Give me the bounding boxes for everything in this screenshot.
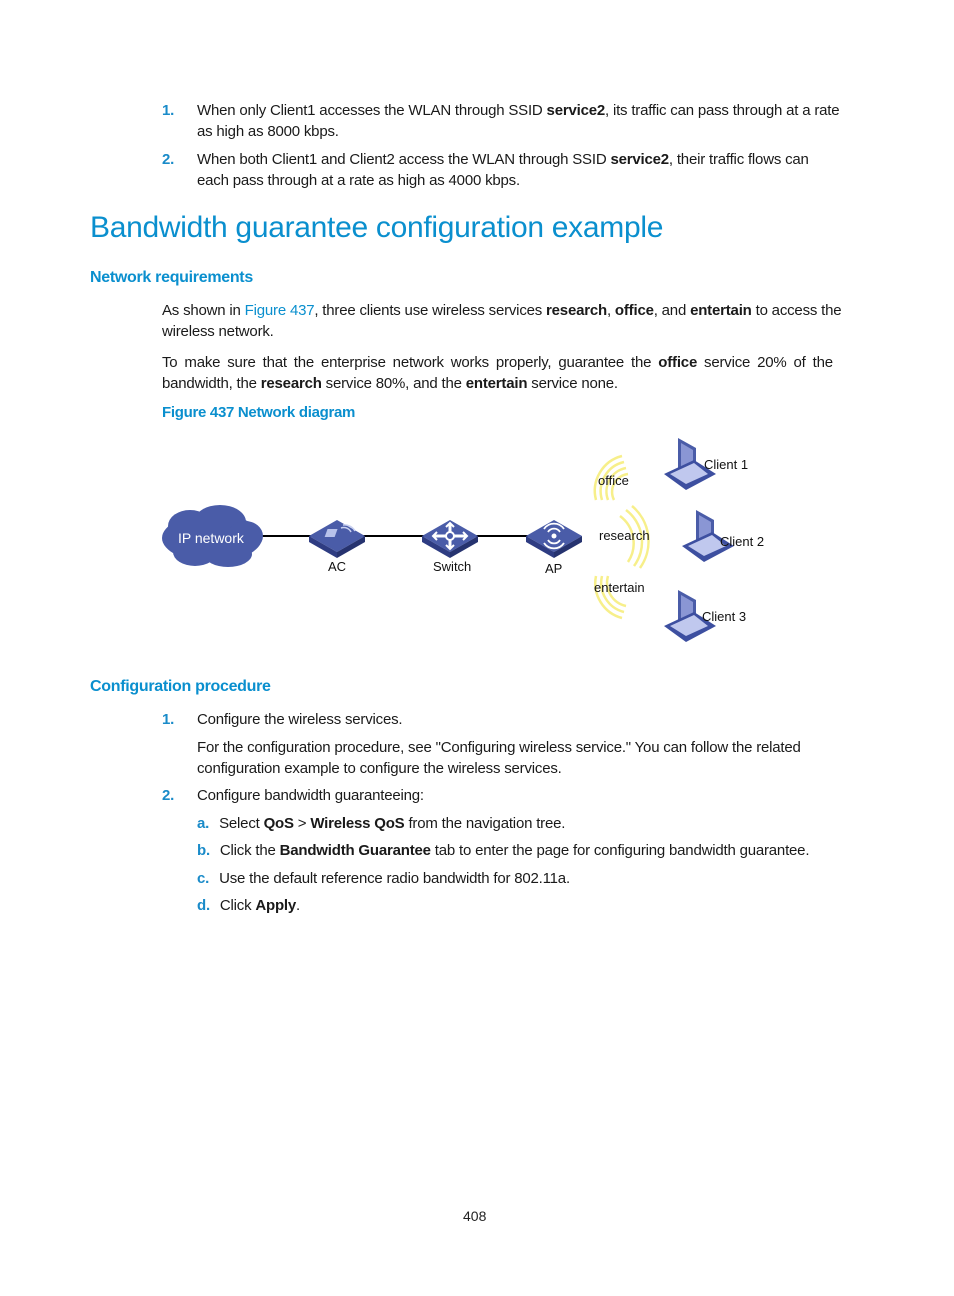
text: , its traffic can pass through at a rate	[605, 102, 840, 119]
substep-letter: b.	[197, 842, 210, 859]
text: To make sure that the enterprise network…	[162, 354, 659, 371]
text: from the navigation tree.	[404, 815, 566, 832]
substep-d: d. Click Apply.	[197, 895, 300, 916]
section-heading: Bandwidth guarantee configuration exampl…	[90, 211, 664, 244]
list-number: 2.	[162, 151, 175, 168]
text: ,	[606, 302, 615, 319]
text: as high as 8000 kbps.	[197, 123, 339, 140]
switch-label: Switch	[433, 559, 472, 574]
text: >	[293, 815, 311, 832]
text: Use the default reference radio bandwidt…	[219, 870, 570, 887]
service-name: office	[658, 354, 698, 371]
list-number: 1.	[162, 711, 175, 728]
ssid-name: service2	[610, 151, 669, 168]
paragraph-requirements-1: As shown in Figure 437, three clients us…	[162, 300, 864, 342]
client-label-1: Client 1	[704, 457, 749, 472]
text: wireless network.	[162, 323, 274, 340]
paragraph-requirements-2: To make sure that the enterprise network…	[162, 352, 864, 394]
service-name: office	[614, 302, 654, 319]
service-label-entertain: entertain	[594, 580, 645, 595]
service-name: research	[260, 375, 322, 392]
figure-caption: Figure 437 Network diagram	[162, 404, 356, 421]
text: bandwidth, the	[162, 375, 261, 392]
client-label-2: Client 2	[720, 534, 765, 549]
substep-letter: c.	[197, 870, 210, 887]
text: , and	[653, 302, 691, 319]
figure-link[interactable]: Figure 437	[245, 302, 315, 319]
text: Select	[219, 815, 264, 832]
service-name: entertain	[465, 375, 528, 392]
substep-c: c. Use the default reference radio bandw…	[197, 868, 570, 889]
text: service 80%, and the	[321, 375, 466, 392]
subsection-heading-configuration-procedure: Configuration procedure	[90, 678, 271, 695]
substep-b: b. Click the Bandwidth Guarantee tab to …	[197, 840, 809, 861]
substep-letter: d.	[197, 897, 210, 914]
text: , three clients use wireless services	[314, 302, 547, 319]
menu-name: QoS	[263, 815, 294, 832]
cloud-label: IP network	[178, 530, 244, 546]
ap-device-icon	[526, 520, 582, 558]
service-label-research: research	[599, 528, 650, 543]
ap-label: AP	[545, 561, 563, 576]
text: configuration example to configure the w…	[197, 760, 562, 777]
substep-a: a. Select QoS > Wireless QoS from the na…	[197, 813, 565, 834]
text: Click	[219, 897, 256, 914]
text: , their traffic flows can	[668, 151, 809, 168]
menu-name: Wireless QoS	[310, 815, 405, 832]
text: For the configuration procedure, see "Co…	[197, 739, 801, 756]
text: service none.	[527, 375, 618, 392]
list-number: 1.	[162, 102, 175, 119]
ac-device-icon	[309, 520, 365, 558]
substep-letter: a.	[197, 815, 210, 832]
client-label-3: Client 3	[702, 609, 747, 624]
step-text: Configure bandwidth guaranteeing:	[197, 787, 424, 804]
text: Click the	[219, 842, 280, 859]
text: .	[296, 897, 301, 914]
service-label-office: office	[598, 473, 629, 488]
text: When both Client1 and Client2 access the…	[197, 151, 611, 168]
service-name: research	[546, 302, 607, 319]
page-number: 408	[463, 1208, 487, 1224]
ac-label: AC	[328, 559, 347, 574]
button-name: Apply	[255, 897, 297, 914]
ssid-name: service2	[546, 102, 606, 119]
list-number: 2.	[162, 787, 175, 804]
tab-name: Bandwidth Guarantee	[279, 842, 431, 859]
switch-device-icon	[422, 520, 478, 558]
service-name: entertain	[690, 302, 752, 319]
network-diagram: IP network AC Switch AP office research …	[150, 430, 800, 650]
text: each pass through at a rate as high as 4…	[197, 172, 520, 189]
text: When only Client1 accesses the WLAN thro…	[197, 102, 547, 119]
text: As shown in	[162, 302, 245, 319]
text: tab to enter the page for configuring ba…	[430, 842, 810, 859]
text: service 20% of the	[697, 354, 833, 371]
text: to access the	[751, 302, 842, 319]
config-step-1-detail: For the configuration procedure, see "Co…	[197, 737, 801, 779]
subsection-heading-network-requirements: Network requirements	[90, 269, 253, 286]
step-text: Configure the wireless services.	[197, 711, 403, 728]
